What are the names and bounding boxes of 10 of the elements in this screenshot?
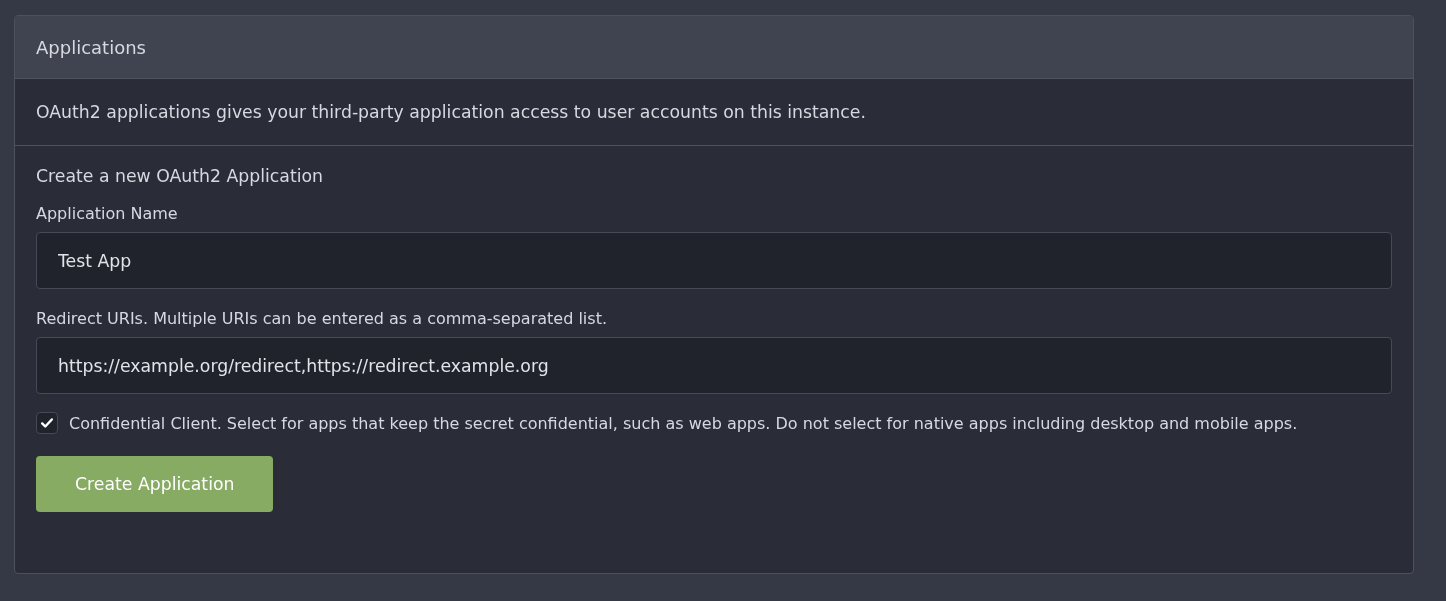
form-heading: Create a new OAuth2 Application <box>36 166 325 186</box>
description-text: OAuth2 applications gives your third-party application access to user accounts on this instance. <box>36 102 866 122</box>
panel-title: Applications <box>36 36 146 58</box>
checkbox-label: Confidential Client. Select for apps that keep the secret confidential, such as web apps. Do not select for native apps including desktop and mobile apps. <box>69 413 1298 433</box>
checkmark-icon <box>40 416 54 430</box>
field-label: Application Name <box>36 204 178 223</box>
text-input-field[interactable]: https://example.org/redirect,https://redirect.example.org <box>36 337 1392 394</box>
field-label: Redirect URIs. Multiple URIs can be entered as a comma-separated list. <box>36 309 607 328</box>
text-input-field[interactable]: Test App <box>36 232 1392 289</box>
checkbox[interactable] <box>36 412 58 434</box>
